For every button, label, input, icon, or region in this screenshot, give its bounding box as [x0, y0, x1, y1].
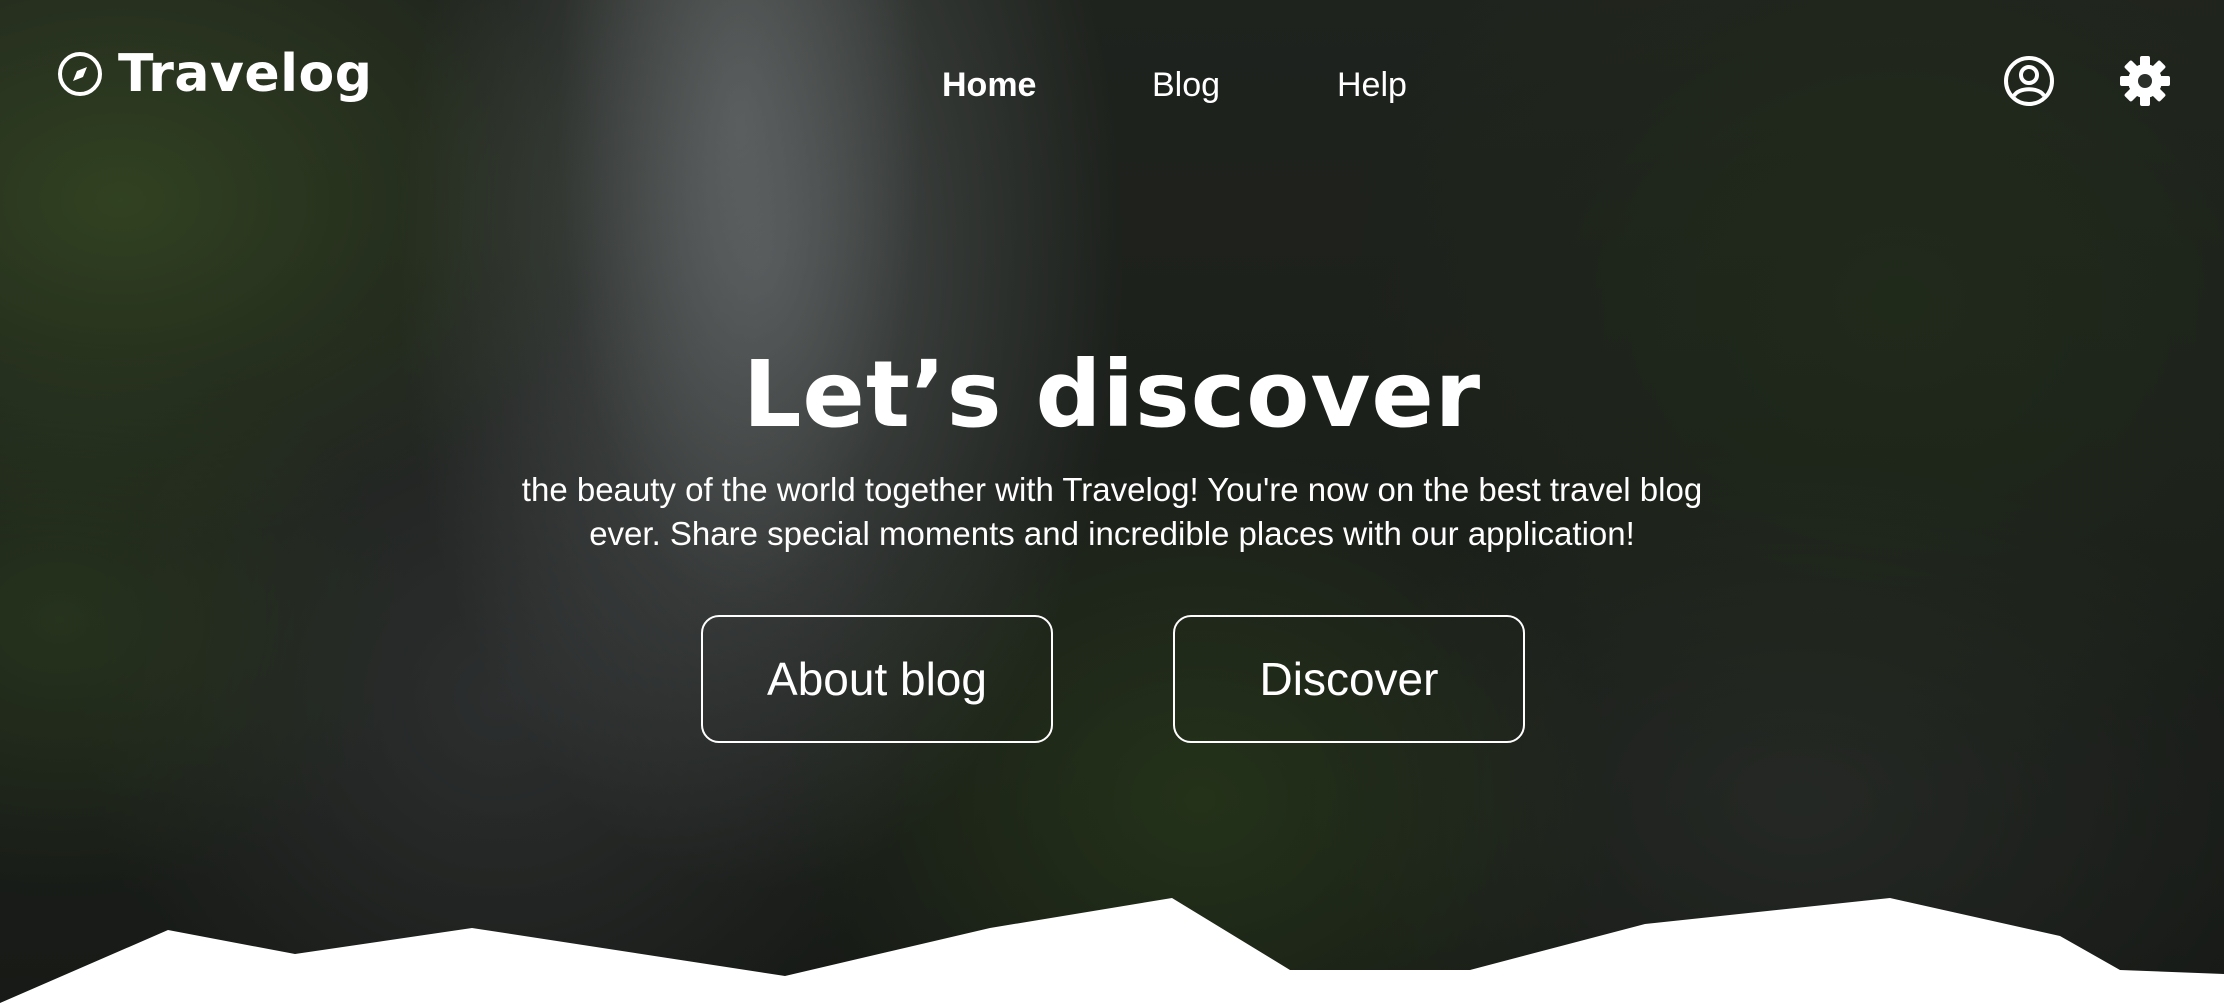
discover-button[interactable]: Discover — [1173, 615, 1525, 743]
mountain-divider — [0, 898, 2224, 1008]
account-button[interactable] — [2002, 54, 2056, 108]
nav-item-blog[interactable]: Blog — [1152, 60, 1220, 110]
user-circle-icon — [2004, 56, 2054, 106]
hero-title: Let’s discover — [742, 341, 1482, 448]
about-blog-button[interactable]: About blog — [701, 615, 1053, 743]
settings-button[interactable] — [2118, 54, 2172, 108]
nav-item-home[interactable]: Home — [942, 60, 1036, 110]
hero-section: Travelog Home Blog Help Let’s discover t… — [0, 0, 2224, 1008]
top-navigation-bar: Travelog Home Blog Help — [0, 0, 2224, 160]
main-nav: Home Blog Help — [0, 60, 2224, 110]
gear-icon — [2120, 56, 2170, 106]
nav-item-help[interactable]: Help — [1337, 60, 1407, 110]
hero-subtitle: the beauty of the world together with Tr… — [521, 471, 1703, 552]
